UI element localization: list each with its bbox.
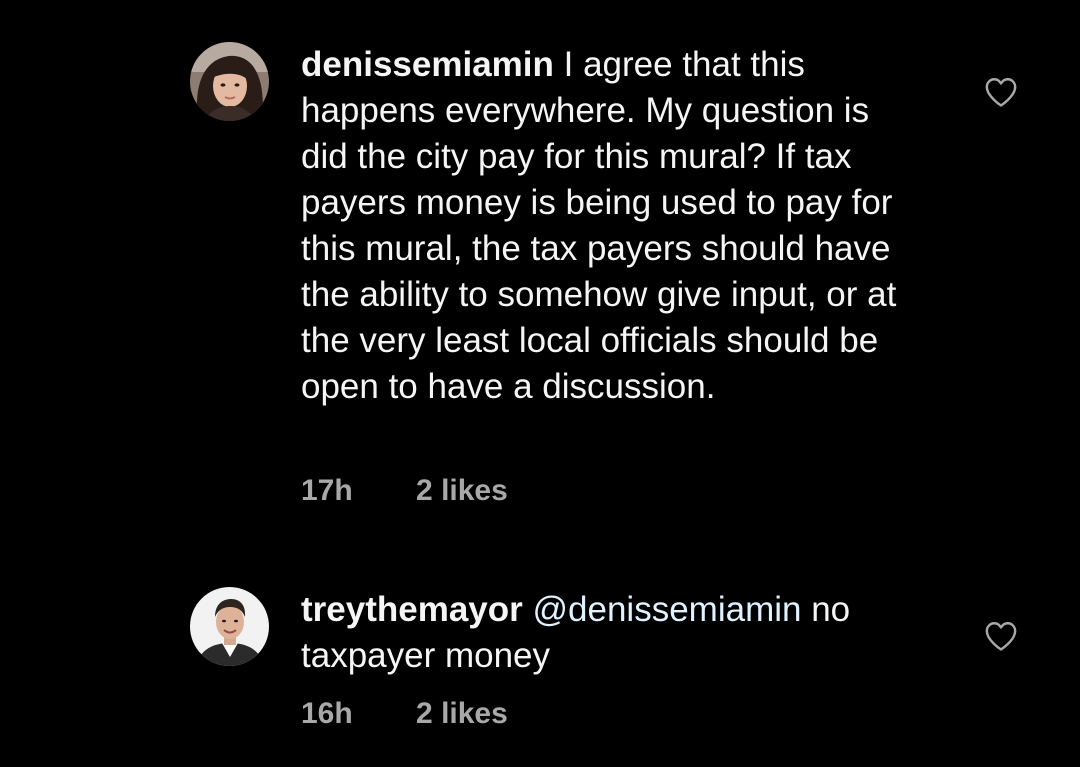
- comment-body: I agree that this happens everywhere. My…: [301, 45, 897, 406]
- comment-likes-count[interactable]: 2 likes: [416, 697, 508, 730]
- comment-mention[interactable]: @denissemiamin: [533, 590, 802, 629]
- comment-username[interactable]: treythemayor: [301, 590, 523, 629]
- profile-photo-man: [190, 587, 269, 666]
- comment-timestamp[interactable]: 16h: [301, 697, 353, 730]
- heart-outline-icon[interactable]: [984, 76, 1018, 108]
- comment-meta: 16h 2 likes: [301, 697, 508, 731]
- comment-timestamp[interactable]: 17h: [301, 474, 353, 507]
- comment-text: treythemayor @denissemiamin no taxpayer …: [301, 587, 921, 679]
- comment-meta: 17h 2 likes: [301, 474, 508, 508]
- comment-likes-count[interactable]: 2 likes: [416, 474, 508, 507]
- avatar[interactable]: [190, 42, 269, 121]
- comment-username[interactable]: denissemiamin: [301, 45, 554, 84]
- comment-text: denissemiamin I agree that this happens …: [301, 42, 921, 410]
- profile-photo-woman: [190, 42, 269, 121]
- avatar[interactable]: [190, 587, 269, 666]
- heart-outline-icon[interactable]: [984, 620, 1018, 652]
